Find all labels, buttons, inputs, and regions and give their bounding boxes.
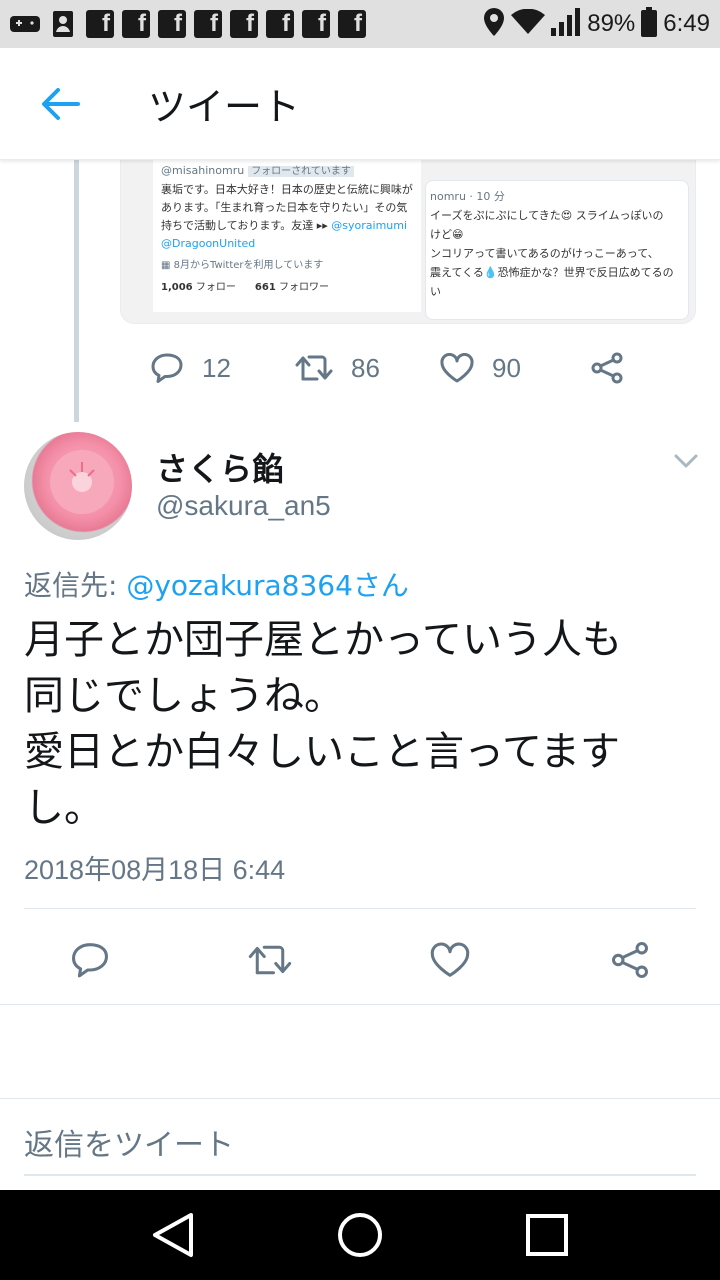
media-tweet-line: ンコリアって書いてあるのがけっこーあって、 <box>430 247 659 260</box>
triangle-back-icon <box>153 1213 194 1257</box>
author-name[interactable]: さくら餡 <box>156 444 284 490</box>
divider <box>24 908 696 909</box>
chevron-down-icon <box>674 454 698 468</box>
tweet-media-image[interactable]: @misahinomru フォローされています 裏垢です。日本大好き！日本の歴史と… <box>120 160 696 324</box>
facebook-notification-icon: f <box>266 10 294 38</box>
system-navigation-bar <box>0 1190 720 1280</box>
reply-icon <box>151 353 183 383</box>
back-arrow-icon <box>42 87 80 120</box>
reply-count: 12 <box>202 352 231 383</box>
page-title: ツイート <box>148 85 301 129</box>
media-handle: @misahinomru <box>161 164 245 177</box>
app-header: ツイート <box>0 48 720 160</box>
media-profile-card: @misahinomru フォローされています 裏垢です。日本大好き！日本の歴史と… <box>153 160 421 312</box>
author-handle[interactable]: @sakura_an5 <box>156 490 331 522</box>
media-bio-link: @syoraimumi <box>331 219 408 232</box>
clock: 6:49 <box>663 10 710 37</box>
facebook-notification-icon: f <box>302 10 330 38</box>
like-action[interactable]: 90 <box>440 353 590 384</box>
retweet-button[interactable] <box>240 930 300 990</box>
nav-recents-button[interactable] <box>517 1205 577 1265</box>
thread-connector-line <box>74 160 79 422</box>
media-following-label: フォロー <box>195 282 236 293</box>
back-button[interactable] <box>0 48 120 160</box>
contacts-icon <box>48 9 78 39</box>
avatar-image <box>50 450 114 514</box>
heart-icon <box>430 942 470 977</box>
media-tweet-line: けど😁 <box>430 228 464 241</box>
media-tweet-card: nomru · 10 分 イーズをぷにぷにしてきた😍 スライムっぽいの けど😁 … <box>425 180 689 320</box>
retweet-icon <box>295 355 333 381</box>
facebook-notification-icon: f <box>86 10 114 38</box>
battery-percent: 89% <box>587 10 636 37</box>
tweet-text: 月子とか団子屋とかっていう人も 同じでしょうね。 愛日とか白々しいこと言ってます… <box>24 617 622 831</box>
reply-prefix: 返信先: <box>24 569 127 602</box>
previous-tweet-actions: 12 86 90 <box>150 340 670 396</box>
tweet-timestamp: 2018年08月18日 6:44 <box>24 855 286 885</box>
heart-icon <box>440 353 474 383</box>
location-icon <box>483 7 505 41</box>
media-bio-line: 持ちで活動しております。友達 ▸▸ <box>161 219 332 232</box>
media-followers-count: 661 <box>254 282 276 293</box>
reply-mention-link[interactable]: @yozakura8364さん <box>126 569 409 602</box>
divider <box>0 1098 720 1099</box>
media-tweet-line: イーズをぷにぷにしてきた😍 スライムっぽいの <box>430 209 664 222</box>
like-count: 90 <box>492 352 521 383</box>
tweet-options-button[interactable] <box>668 446 704 476</box>
retweet-action[interactable]: 86 <box>295 353 440 384</box>
wifi-icon <box>511 8 546 39</box>
media-bio-link: @DragoonUnited <box>161 237 256 250</box>
media-following-count: 1,006 <box>161 282 193 293</box>
media-followers-label: フォロワー <box>278 282 329 293</box>
facebook-notification-icon: f <box>158 10 186 38</box>
media-joined: 8月からTwitterを利用しています <box>173 260 324 271</box>
reply-tweet-input[interactable]: 返信をツイート <box>24 1120 696 1176</box>
facebook-notification-icon: f <box>230 10 258 38</box>
media-follows-badge: フォローされています <box>248 166 354 177</box>
square-recents-icon <box>525 1214 568 1256</box>
facebook-notification-icon: f <box>122 10 150 38</box>
status-bar: f f f f f f f f 89% 6:49 <box>0 0 720 48</box>
media-tweet-meta: nomru · 10 分 <box>430 190 505 203</box>
avatar[interactable] <box>24 432 132 540</box>
divider <box>0 1004 720 1005</box>
media-bio-line: あります。「生まれ育った日本を守りたい」その気 <box>161 201 408 214</box>
retweet-count: 86 <box>351 352 380 383</box>
share-button[interactable] <box>600 930 660 990</box>
nav-home-button[interactable] <box>330 1205 390 1265</box>
facebook-notification-icon: f <box>338 10 366 38</box>
share-icon <box>591 352 623 384</box>
facebook-notification-icon: f <box>194 10 222 38</box>
like-button[interactable] <box>420 930 480 990</box>
share-action[interactable] <box>590 352 624 384</box>
reply-context: 返信先: @yozakura8364さん <box>24 564 409 604</box>
battery-icon <box>641 7 658 41</box>
retweet-icon <box>248 945 292 975</box>
media-tweet-line: 震えてくる💧恐怖症かな？世界で反日広めてるの <box>430 266 674 279</box>
reply-icon <box>72 943 108 978</box>
calendar-icon: ▦ <box>161 260 174 271</box>
circle-home-icon <box>337 1213 382 1257</box>
share-icon <box>612 941 648 978</box>
gamepad-icon <box>10 9 40 39</box>
media-bio-line: 裏垢です。日本大好き！日本の歴史と伝統に興味が <box>161 183 413 196</box>
signal-icon <box>551 8 581 40</box>
reply-button[interactable] <box>60 930 120 990</box>
reply-action[interactable]: 12 <box>150 352 295 384</box>
nav-back-button[interactable] <box>143 1205 203 1265</box>
tweet-actions <box>50 930 690 990</box>
media-tweet-line: い <box>430 285 441 298</box>
